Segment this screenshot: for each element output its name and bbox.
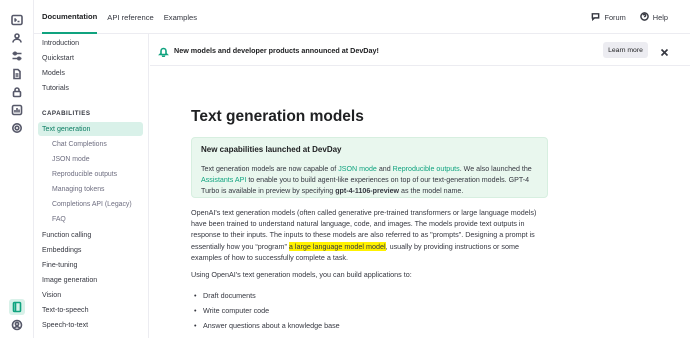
forum-icon (591, 12, 600, 23)
help-label: Help (652, 12, 668, 22)
model-name: gpt-4-1106-preview (335, 187, 400, 195)
banner-text: New models and developer products announ… (174, 45, 379, 55)
sidebar-item-tutorials[interactable]: Tutorials (38, 81, 143, 95)
callout-text: . We also launched the (459, 165, 532, 173)
reproducible-outputs-link[interactable]: Reproducible outputs (393, 165, 460, 173)
assistants-api-link[interactable]: Assistants API (201, 176, 246, 184)
top-nav: Documentation API reference Examples (42, 0, 197, 34)
sidebar-item-completions-api[interactable]: Completions API (Legacy) (38, 197, 143, 211)
top-right-links: Forum Help (591, 0, 668, 34)
sidebar-item-fine-tuning[interactable]: Fine-tuning (38, 258, 143, 272)
bar-chart-icon[interactable] (10, 103, 24, 117)
highlighted-text: a large language model model (288, 241, 386, 251)
sidebar-item-managing-tokens[interactable]: Managing tokens (38, 182, 143, 196)
callout-text: and (376, 165, 393, 173)
sidebar-section-header: CAPABILITIES (42, 110, 91, 117)
callout-text: Text generation models are now capable o… (201, 165, 339, 173)
help-icon (639, 11, 649, 23)
sidebar-item-text-generation[interactable]: Text generation (38, 122, 143, 136)
callout-text: as the model name. (399, 187, 464, 195)
book-icon[interactable] (9, 299, 25, 315)
sidebar-item-function-calling[interactable]: Function calling (38, 228, 143, 242)
sliders-icon[interactable] (10, 49, 24, 63)
sidebar-item-faq[interactable]: FAQ (38, 212, 143, 226)
callout-body: Text generation models are now capable o… (201, 164, 546, 197)
lock-icon[interactable] (10, 85, 24, 99)
sidebar-item-speech-to-text[interactable]: Speech-to-text (38, 318, 143, 332)
sidebar-item-quickstart[interactable]: Quickstart (38, 51, 143, 65)
applications-intro: Using OpenAI's text generation models, y… (191, 270, 412, 279)
account-icon[interactable] (10, 318, 24, 332)
forum-link[interactable]: Forum (591, 12, 626, 23)
page-title: Text generation models (191, 108, 364, 125)
sidebar-item-models[interactable]: Models (38, 66, 143, 80)
learn-more-button[interactable]: Learn more (603, 42, 648, 58)
sidebar-item-text-to-speech[interactable]: Text-to-speech (38, 303, 143, 317)
sidebar-item-reproducible-outputs[interactable]: Reproducible outputs (38, 167, 143, 181)
tab-documentation[interactable]: Documentation (42, 0, 98, 34)
announcement-banner: New models and developer products announ… (150, 34, 690, 66)
icon-rail (0, 0, 34, 338)
docs-sidebar: Introduction Quickstart Models Tutorials… (34, 34, 149, 338)
list-item: Draft documents (194, 291, 256, 300)
list-item: Answer questions about a knowledge base (194, 321, 340, 330)
tab-api-reference[interactable]: API reference (107, 0, 153, 34)
sidebar-item-embeddings[interactable]: Embeddings (38, 243, 143, 257)
top-bar: Documentation API reference Examples For… (34, 0, 690, 34)
sidebar-item-image-generation[interactable]: Image generation (38, 273, 143, 287)
document-icon[interactable] (10, 67, 24, 81)
sidebar-item-vision[interactable]: Vision (38, 288, 143, 302)
main-content: Text generation models New capabilities … (150, 66, 690, 338)
sidebar-item-introduction[interactable]: Introduction (38, 36, 143, 50)
sidebar-item-chat-completions[interactable]: Chat Completions (38, 137, 143, 151)
gear-icon[interactable] (10, 121, 24, 135)
bell-icon (158, 44, 169, 58)
close-icon[interactable] (660, 44, 671, 57)
help-link[interactable]: Help (639, 11, 668, 23)
terminal-icon[interactable] (10, 13, 24, 27)
intro-paragraph: OpenAI's text generation models (often c… (191, 207, 551, 263)
list-item: Write computer code (194, 306, 269, 315)
devday-callout: New capabilities launched at DevDay Text… (191, 137, 548, 198)
sidebar-item-json-mode[interactable]: JSON mode (38, 152, 143, 166)
callout-title: New capabilities launched at DevDay (201, 145, 342, 154)
user-group-icon[interactable] (10, 31, 24, 45)
forum-label: Forum (604, 12, 626, 22)
json-mode-link[interactable]: JSON mode (338, 165, 377, 173)
tab-examples[interactable]: Examples (164, 0, 197, 34)
